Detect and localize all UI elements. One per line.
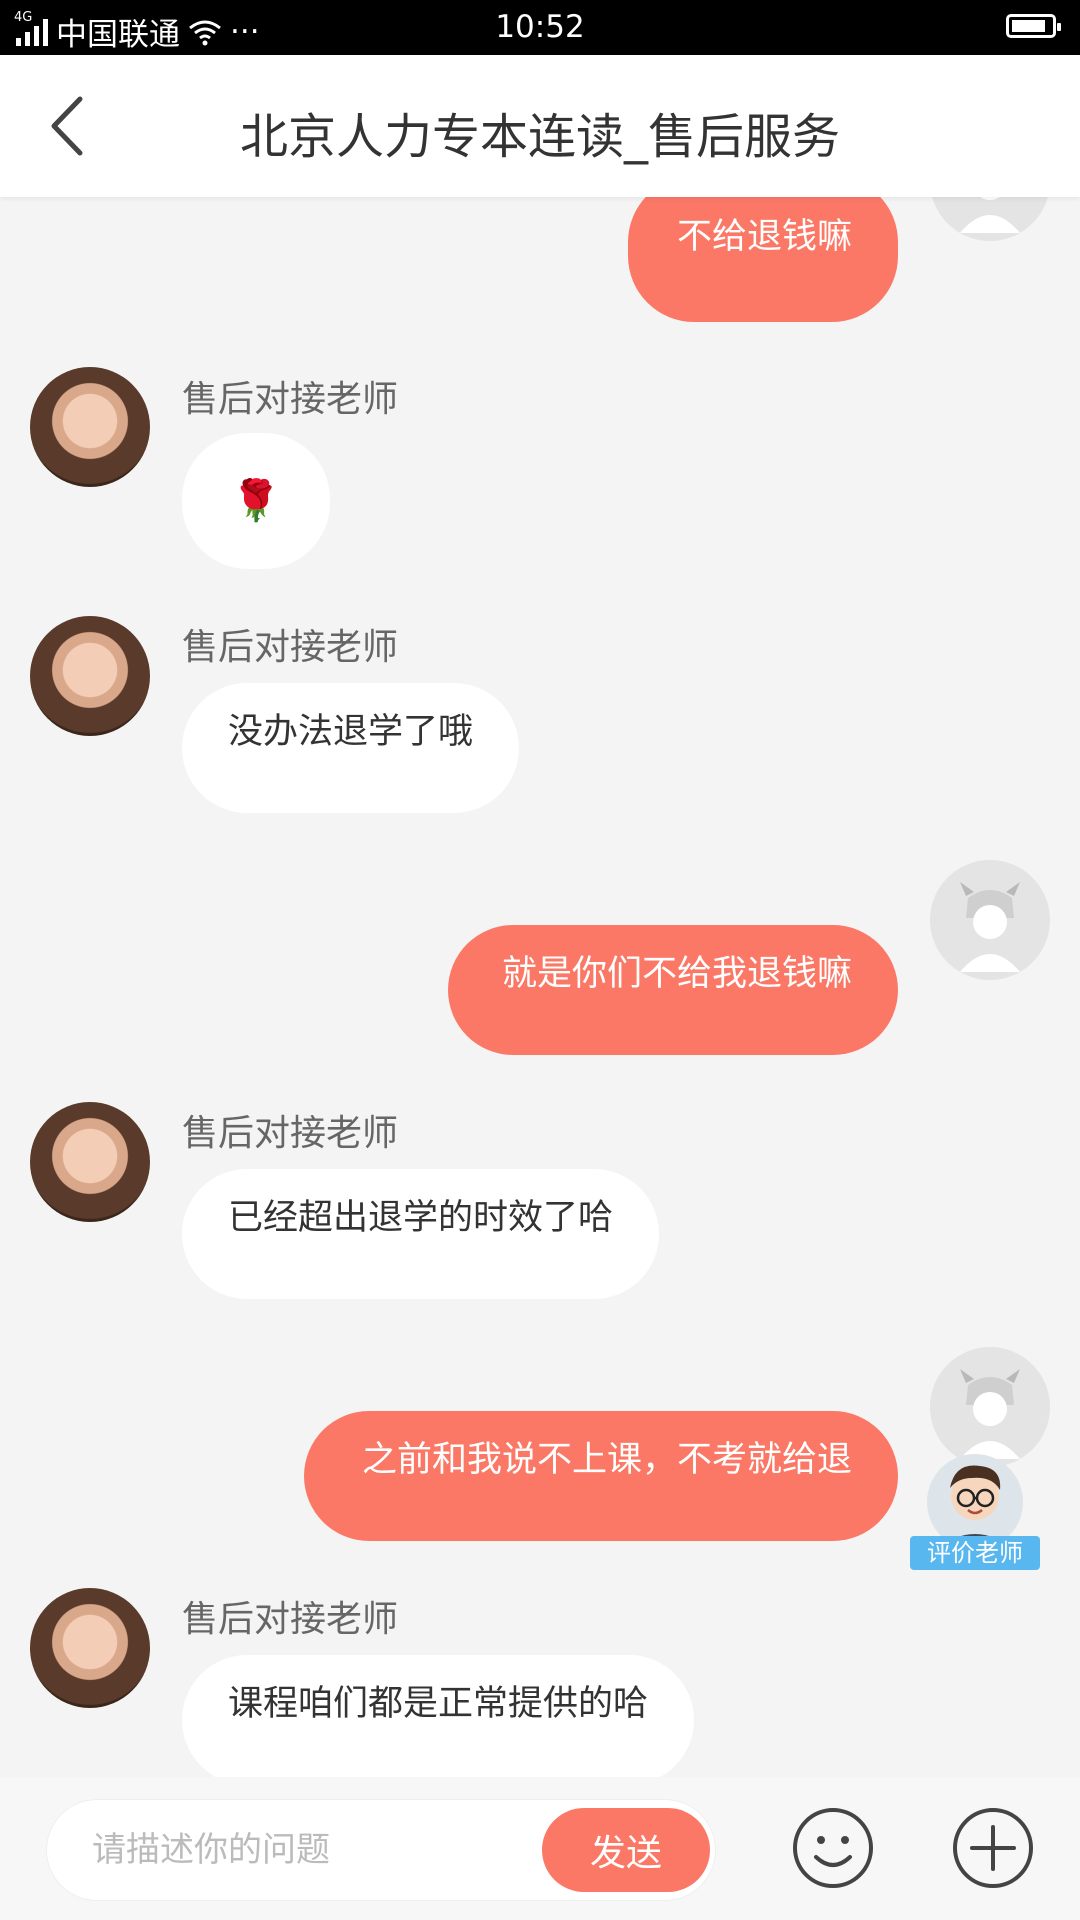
emoji-button[interactable] (790, 1805, 876, 1891)
user-avatar[interactable] (930, 197, 1050, 241)
more-options-button[interactable] (950, 1805, 1036, 1891)
user-placeholder-icon (932, 197, 1048, 241)
agent-avatar[interactable] (30, 1102, 150, 1222)
battery-icon (1006, 14, 1061, 38)
sender-name: 售后对接老师 (182, 1599, 399, 1640)
message-bubble-incoming: 🌹 (182, 433, 330, 569)
rate-teacher-label: 评价老师 (910, 1536, 1040, 1570)
user-placeholder-icon (930, 860, 1050, 980)
agent-avatar[interactable] (30, 1588, 150, 1708)
rate-teacher-button[interactable]: 评价老师 (910, 1440, 1040, 1570)
message-input[interactable] (90, 1823, 554, 1877)
sender-name: 售后对接老师 (182, 627, 399, 668)
message-bubble-outgoing: 之前和我说不上课，不考就给退 (304, 1411, 898, 1541)
plus-circle-icon (953, 1808, 1033, 1888)
status-bar: 4G 中国联通 ··· 10:52 (0, 0, 1080, 55)
message-bubble-incoming: 已经超出退学的时效了哈 (182, 1169, 660, 1299)
message-bubble-incoming: 课程咱们都是正常提供的哈 (182, 1655, 695, 1777)
agent-avatar[interactable] (30, 367, 150, 487)
message-bubble-outgoing: 就是你们不给我退钱嘛 (448, 925, 898, 1055)
rose-icon: 🌹 (231, 478, 281, 524)
chat-header: 北京人力专本连读_售后服务 (0, 55, 1080, 197)
sender-name: 售后对接老师 (182, 379, 399, 420)
message-composer: 发送 (0, 1777, 1080, 1920)
smiley-icon (793, 1808, 873, 1888)
sender-name: 售后对接老师 (182, 1113, 399, 1154)
agent-avatar[interactable] (30, 616, 150, 736)
input-container: 发送 (46, 1799, 716, 1901)
teacher-cartoon-icon (927, 1454, 1023, 1550)
status-time: 10:52 (495, 9, 585, 45)
message-bubble-incoming: 没办法退学了哦 (182, 683, 520, 813)
send-button[interactable]: 发送 (542, 1808, 710, 1892)
user-avatar[interactable] (930, 860, 1050, 980)
message-bubble-outgoing: 不给退钱嘛 (628, 197, 898, 322)
page-title: 北京人力专本连读_售后服务 (239, 109, 840, 165)
